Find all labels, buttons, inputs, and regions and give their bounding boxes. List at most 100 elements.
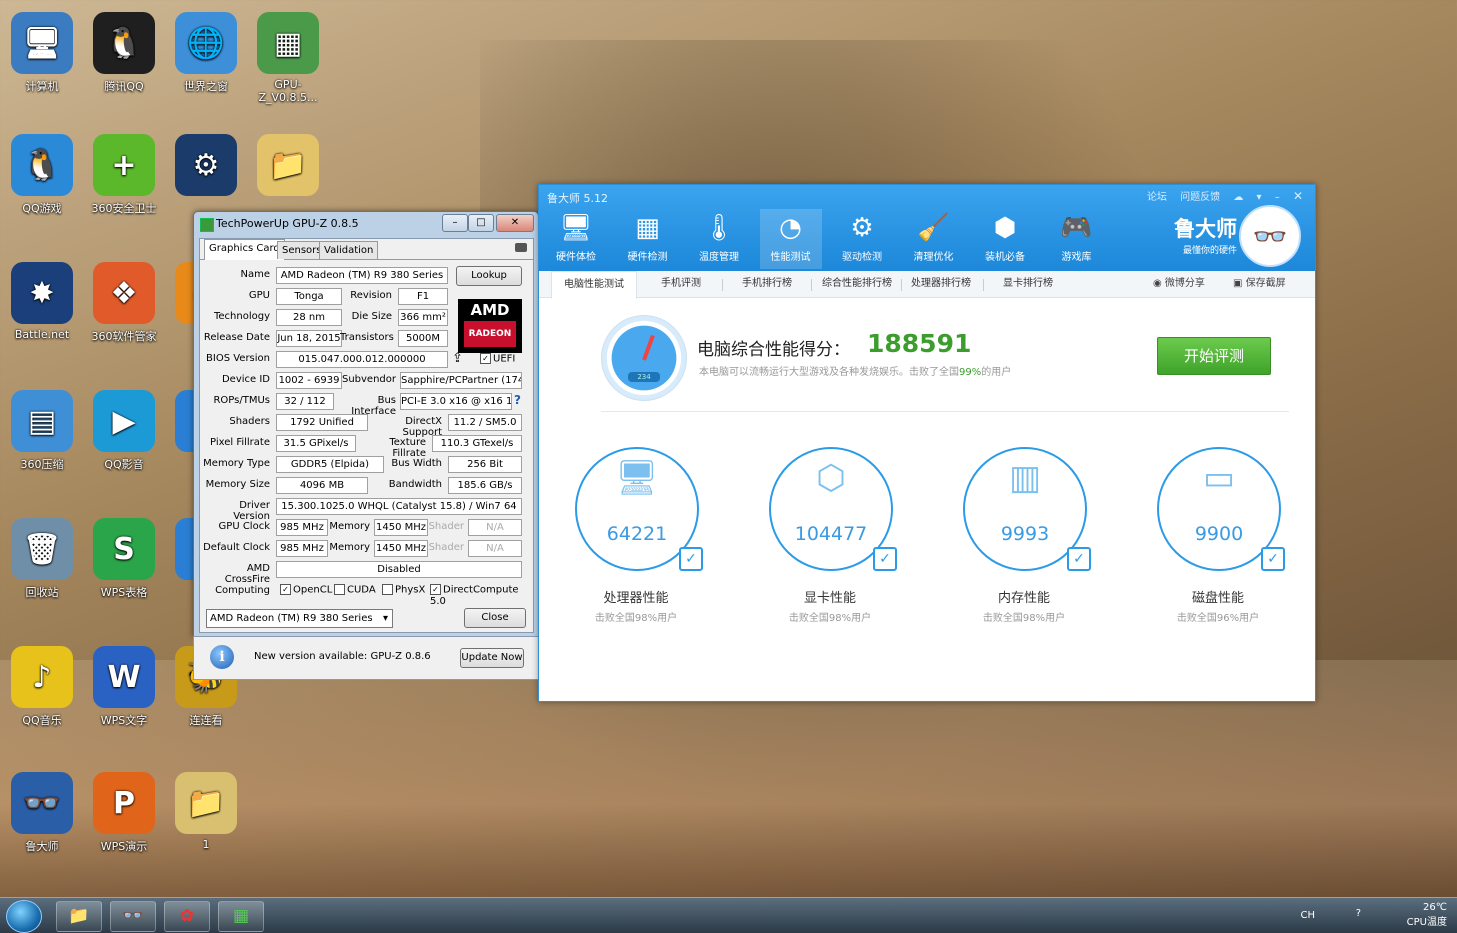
directcompute-checkbox[interactable]: ✓ DirectCompute 5.0 bbox=[430, 584, 533, 607]
toolbar-item[interactable]: 🧹 清理优化 bbox=[903, 209, 965, 269]
toolbar-item[interactable]: ⬢ 装机必备 bbox=[974, 209, 1036, 269]
default-memory-label: Memory bbox=[329, 542, 370, 553]
gpu-select[interactable]: AMD Radeon (TM) R9 380 Series ▾ bbox=[206, 609, 393, 628]
cuda-label: CUDA bbox=[347, 584, 376, 596]
tab-validation[interactable]: Validation bbox=[319, 241, 379, 259]
toolbar-item[interactable]: 🎮 游戏库 bbox=[1046, 209, 1108, 269]
component-score: 64221 bbox=[606, 523, 668, 545]
taskbar-ludashi[interactable]: 👓 bbox=[110, 901, 156, 932]
opencl-checkbox[interactable]: ✓ OpenCL bbox=[280, 584, 332, 596]
taskbar-app[interactable]: ✿ bbox=[164, 901, 210, 932]
start-benchmark-button[interactable]: 开始评测 bbox=[1157, 337, 1271, 375]
tab-phone-rank[interactable]: 手机排行榜 bbox=[731, 271, 803, 297]
language-indicator[interactable]: CH bbox=[1300, 910, 1315, 921]
tab-gpu-rank[interactable]: 显卡排行榜 bbox=[991, 271, 1065, 297]
desktop-icon[interactable]: S WPS表格 bbox=[84, 518, 164, 600]
desktop-icon[interactable]: ▤ 360压缩 bbox=[2, 390, 82, 472]
desktop-icon-label: WPS文字 bbox=[100, 714, 148, 727]
toolbar-item[interactable]: 🖥 硬件体检 bbox=[545, 209, 607, 269]
weibo-share[interactable]: ◉ 微博分享 bbox=[1153, 271, 1205, 297]
share-icon[interactable]: ⇪ bbox=[452, 351, 463, 366]
die-size-label: Die Size bbox=[351, 311, 392, 322]
uefi-checkbox[interactable]: ✓ UEFI bbox=[480, 353, 515, 365]
desktop-icon[interactable]: ▦ GPU-Z_V0.8.5... bbox=[248, 12, 328, 104]
desktop-icon[interactable]: 🐧 QQ游戏 bbox=[2, 134, 82, 216]
bus-help-icon[interactable]: ? bbox=[514, 393, 521, 407]
desktop-icon[interactable]: ⚙ bbox=[166, 134, 246, 200]
desktop-icon[interactable]: ♪ QQ音乐 bbox=[2, 646, 82, 728]
camera-icon[interactable] bbox=[515, 243, 527, 252]
minimize-button[interactable]: – bbox=[442, 214, 468, 232]
desktop-icon[interactable]: ▶ QQ影音 bbox=[84, 390, 164, 472]
ludashi-window[interactable]: 鲁大师 5.12 论坛 问题反馈 ☁ ▾ – ✕ 🖥 硬件体检 ▦ 硬件检测 🌡 温度管理… bbox=[538, 184, 1316, 702]
taskbar-gpuz[interactable]: ▦ bbox=[218, 901, 264, 932]
desktop-icon-label: 腾讯QQ bbox=[104, 80, 144, 93]
component-icon: ▥ bbox=[1008, 458, 1042, 498]
close-button[interactable]: Close bbox=[464, 608, 526, 628]
tab-graphics-card[interactable]: Graphics Card bbox=[204, 239, 285, 260]
desktop-icon[interactable]: 🐧 腾讯QQ bbox=[84, 12, 164, 94]
tool-label: 游戏库 bbox=[1061, 252, 1092, 263]
desktop-icon[interactable]: 📁 bbox=[248, 134, 328, 200]
memory-type-value: GDDR5 (Elpida) bbox=[276, 456, 384, 473]
die-size-value: 366 mm² bbox=[398, 309, 448, 326]
tab-cpu-rank[interactable]: 处理器排行榜 bbox=[905, 271, 977, 297]
gpuz-window[interactable]: TechPowerUp GPU-Z 0.8.5 – □ ✕ Graphics C… bbox=[193, 211, 539, 637]
maximize-button[interactable]: □ bbox=[468, 214, 494, 232]
tab-phone-review[interactable]: 手机评测 bbox=[647, 271, 715, 297]
menu-icon[interactable]: ▾ bbox=[1257, 192, 1262, 203]
bios-label: BIOS Version bbox=[206, 353, 270, 364]
taskbar: 📁 👓 ✿ ▦ CH ? 26℃ CPU温度 bbox=[0, 897, 1457, 933]
name-label: Name bbox=[240, 269, 270, 280]
tab-pc-test[interactable]: 电脑性能测试 bbox=[551, 271, 637, 299]
desktop-icon[interactable]: 📁 1 bbox=[166, 772, 246, 851]
bus-interface-value: PCI-E 3.0 x16 @ x16 1.1 bbox=[400, 393, 512, 410]
desktop-icon[interactable]: ❖ 360软件管家 bbox=[84, 262, 164, 344]
desktop-icon[interactable]: ✸ Battle.net bbox=[2, 262, 82, 341]
score-card[interactable]: ▥ 9993 ✓ 内存性能 击败全国98%用户 bbox=[949, 447, 1099, 637]
bios-value: 015.047.000.012.000000 bbox=[276, 351, 448, 368]
toolbar-item[interactable]: ⚙ 驱动检测 bbox=[831, 209, 893, 269]
desktop-icon[interactable]: 🌐 世界之窗 bbox=[166, 12, 246, 94]
forum-link[interactable]: 论坛 bbox=[1147, 192, 1167, 203]
app-icon: S bbox=[93, 518, 155, 580]
camera-icon: ▣ bbox=[1233, 278, 1246, 289]
cuda-checkbox[interactable]: CUDA bbox=[334, 584, 376, 596]
toolbar-item[interactable]: ◔ 性能测试 bbox=[759, 209, 822, 269]
brand-name: 鲁大师 bbox=[1174, 217, 1237, 241]
device-id-label: Device ID bbox=[221, 374, 270, 385]
gpu-clock-label: GPU Clock bbox=[218, 521, 270, 532]
amd-radeon-logo: AMD RADEON bbox=[458, 299, 522, 353]
check-icon: ✓ bbox=[1067, 547, 1091, 571]
gpuz-tabs: Graphics Card Sensors Validation bbox=[200, 239, 533, 260]
cpu-temp-value[interactable]: 26℃ bbox=[1407, 902, 1447, 913]
score-card[interactable]: 🖥 64221 ✓ 处理器性能 击败全国98%用户 bbox=[561, 447, 711, 637]
physx-checkbox[interactable]: PhysX bbox=[382, 584, 425, 596]
score-card[interactable]: ▭ 9900 ✓ 磁盘性能 击败全国96%用户 bbox=[1143, 447, 1293, 637]
desktop-icon[interactable]: W WPS文字 bbox=[84, 646, 164, 728]
lookup-button[interactable]: Lookup bbox=[456, 266, 522, 286]
feedback-link[interactable]: 问题反馈 bbox=[1180, 192, 1220, 203]
close-window-button[interactable]: ✕ bbox=[496, 214, 534, 232]
tab-overall-rank[interactable]: 综合性能排行榜 bbox=[815, 271, 899, 297]
gpuz-titlebar[interactable]: TechPowerUp GPU-Z 0.8.5 – □ ✕ bbox=[194, 212, 538, 236]
gpu-label: GPU bbox=[248, 290, 270, 301]
minimize-icon[interactable]: – bbox=[1275, 192, 1280, 203]
taskbar-explorer[interactable]: 📁 bbox=[56, 901, 102, 932]
score-desc-prefix: 本电脑可以流畅运行大型游戏及各种发烧娱乐。击败了全国 bbox=[699, 367, 959, 378]
update-now-button[interactable]: Update Now bbox=[460, 648, 524, 668]
desktop-icon[interactable]: 👓 鲁大师 bbox=[2, 772, 82, 854]
toolbar-item[interactable]: ▦ 硬件检测 bbox=[617, 209, 679, 269]
score-card[interactable]: ⬡ 104477 ✓ 显卡性能 击败全国98%用户 bbox=[755, 447, 905, 637]
close-icon[interactable]: ✕ bbox=[1293, 189, 1303, 203]
start-button[interactable] bbox=[6, 900, 42, 933]
desktop-icon[interactable]: +360安全卫士 bbox=[84, 134, 164, 216]
desktop-icon[interactable]: 🗑 回收站 bbox=[2, 518, 82, 600]
toolbar-item[interactable]: 🌡 温度管理 bbox=[688, 209, 750, 269]
desktop-icon-label: 世界之窗 bbox=[184, 80, 228, 93]
desktop-icon[interactable]: 🖥 计算机 bbox=[2, 12, 82, 94]
desktop-icon[interactable]: P WPS演示 bbox=[84, 772, 164, 854]
save-screenshot[interactable]: ▣ 保存截屏 bbox=[1233, 271, 1286, 297]
help-icon[interactable]: ? bbox=[1356, 908, 1361, 919]
skin-icon[interactable]: ☁ bbox=[1233, 192, 1243, 203]
